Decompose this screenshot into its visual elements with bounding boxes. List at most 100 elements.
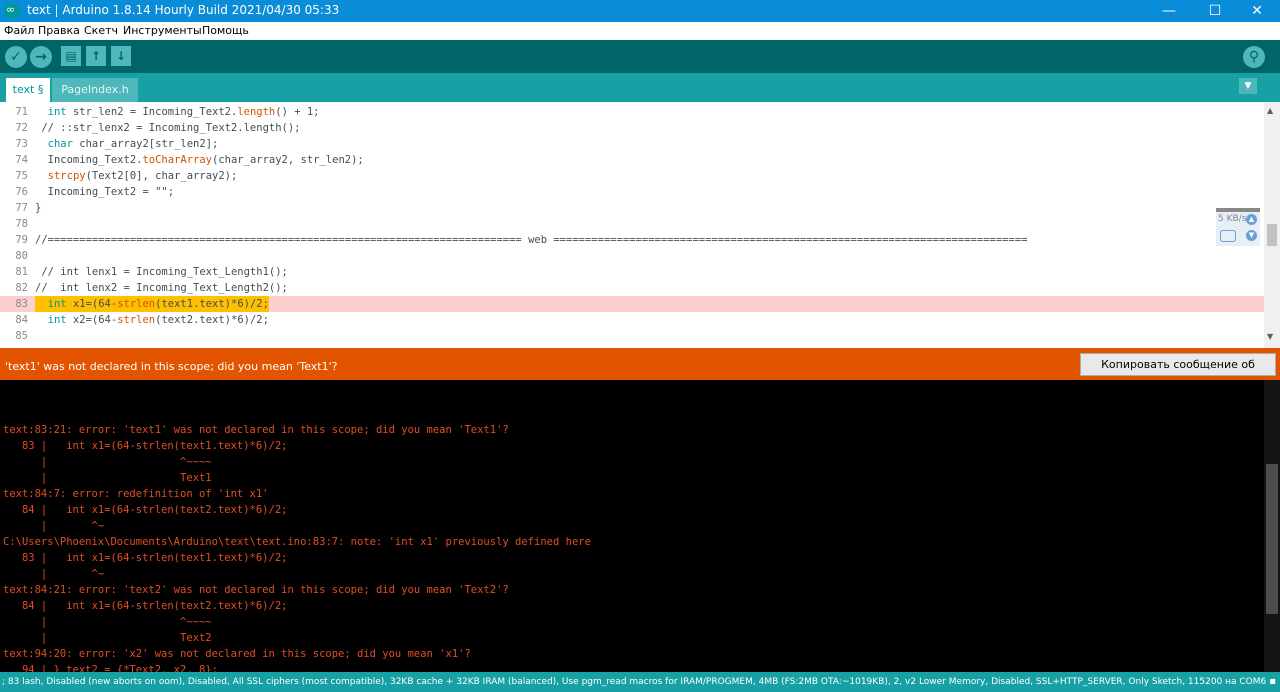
line-code[interactable]: int str_len2 = Incoming_Text2.length() +…: [35, 104, 320, 120]
code-line[interactable]: 77}: [0, 200, 1264, 216]
menu-bar: Файл Правка Скетч Инструменты Помощь: [0, 22, 1280, 40]
console-line: text:83:21: error: 'text1' was not decla…: [3, 424, 509, 436]
line-number: 72: [15, 122, 28, 134]
menu-sketch[interactable]: Скетч: [84, 24, 118, 37]
console-scrollbar[interactable]: [1264, 380, 1280, 672]
line-number: 71: [15, 106, 28, 118]
save-sketch-icon[interactable]: ↓: [111, 46, 131, 66]
line-code[interactable]: int x1=(64-strlen(text1.text)*6)/2;: [35, 296, 269, 312]
console-scroll-thumb[interactable]: [1266, 464, 1278, 614]
minimize-button[interactable]: —: [1146, 0, 1192, 22]
line-number: 78: [15, 218, 28, 230]
line-number: 85: [15, 330, 28, 342]
upload-arrow-icon: ▲: [1246, 214, 1257, 225]
code-line[interactable]: 75 strcpy(Text2[0], char_array2);: [0, 168, 1264, 184]
code-line[interactable]: 76 Incoming_Text2 = "";: [0, 184, 1264, 200]
copy-error-button[interactable]: Копировать сообщение об ошибке: [1080, 353, 1276, 392]
line-number: 74: [15, 154, 28, 166]
console-line: | ^~~~~: [3, 616, 212, 628]
network-speed-label: 5 KB/s: [1218, 214, 1247, 224]
code-line[interactable]: 82 // int lenx2 = Incoming_Text_Length2()…: [0, 280, 1264, 296]
line-number: 84: [15, 314, 28, 326]
code-line[interactable]: 79 //====================================…: [0, 232, 1264, 248]
output-console[interactable]: text:83:21: error: 'text1' was not decla…: [0, 380, 1264, 672]
new-sketch-icon[interactable]: ▤: [61, 46, 81, 66]
tab-pageindex[interactable]: PageIndex.h: [52, 78, 138, 102]
menu-edit[interactable]: Правка: [38, 24, 80, 37]
code-editor[interactable]: 71 int str_len2 = Incoming_Text2.length(…: [0, 102, 1280, 348]
verify-icon[interactable]: ✓: [5, 46, 27, 68]
line-code[interactable]: // ::str_lenx2 = Incoming_Text2.length()…: [35, 120, 300, 136]
console-line: | Text1: [3, 472, 212, 484]
line-code[interactable]: // int lenx1 = Incoming_Text_Length1();: [35, 264, 288, 280]
arduino-logo-icon: [4, 3, 20, 18]
code-line[interactable]: 83 int x1=(64-strlen(text1.text)*6)/2;: [0, 296, 1264, 312]
line-code[interactable]: Incoming_Text2.toCharArray(char_array2, …: [35, 152, 364, 168]
line-code[interactable]: char char_array2[str_len2];: [35, 136, 219, 152]
line-number: 83: [15, 298, 28, 310]
menu-tools[interactable]: Инструменты: [123, 24, 202, 37]
line-number: 82: [15, 282, 28, 294]
console-line: 83 | int x1=(64-strlen(text1.text)*6)/2;: [3, 440, 288, 452]
line-code[interactable]: strcpy(Text2[0], char_array2);: [35, 168, 238, 184]
code-line[interactable]: 85: [0, 328, 1264, 344]
console-line: | ^~: [3, 568, 105, 580]
scroll-down-icon[interactable]: ▼: [1267, 332, 1273, 341]
console-line: | ^~: [3, 520, 105, 532]
code-line[interactable]: 81 // int lenx1 = Incoming_Text_Length1(…: [0, 264, 1264, 280]
console-line: text:84:7: error: redefinition of 'int x…: [3, 488, 269, 500]
code-line[interactable]: 74 Incoming_Text2.toCharArray(char_array…: [0, 152, 1264, 168]
upload-icon[interactable]: →: [30, 46, 52, 68]
console-line: text:84:21: error: 'text2' was not decla…: [3, 584, 509, 596]
scroll-up-icon[interactable]: ▲: [1267, 106, 1273, 115]
line-code[interactable]: //======================================…: [35, 232, 1027, 248]
console-line: 83 | int x1=(64-strlen(text1.text)*6)/2;: [3, 552, 288, 564]
line-number: 76: [15, 186, 28, 198]
line-number: 75: [15, 170, 28, 182]
tab-menu-icon[interactable]: ▼: [1239, 78, 1257, 94]
link-icon: [1220, 230, 1236, 242]
close-button[interactable]: ✕: [1234, 0, 1280, 22]
menu-file[interactable]: Файл: [4, 24, 34, 37]
code-line[interactable]: 71 int str_len2 = Incoming_Text2.length(…: [0, 104, 1264, 120]
open-sketch-icon[interactable]: ↑: [86, 46, 106, 66]
error-message-bar: 'text1' was not declared in this scope; …: [0, 348, 1280, 392]
line-number: 79: [15, 234, 28, 246]
code-line[interactable]: 72 // ::str_lenx2 = Incoming_Text2.lengt…: [0, 120, 1264, 136]
error-message: 'text1' was not declared in this scope; …: [5, 360, 338, 373]
code-line[interactable]: 73 char char_array2[str_len2];: [0, 136, 1264, 152]
code-line[interactable]: 80: [0, 248, 1264, 264]
title-bar: text | Arduino 1.8.14 Hourly Build 2021/…: [0, 0, 1280, 22]
console-line: | ^~~~~: [3, 456, 212, 468]
console-line: C:\Users\Phoenix\Documents\Arduino\text\…: [3, 536, 591, 548]
line-code[interactable]: int x2=(64-strlen(text2.text)*6)/2;: [35, 312, 269, 328]
line-code[interactable]: // int lenx2 = Incoming_Text_Length2();: [35, 280, 288, 296]
console-line: text:94:20: error: 'x2' was not declared…: [3, 648, 471, 660]
line-number: 73: [15, 138, 28, 150]
line-code[interactable]: Incoming_Text2 = "";: [35, 184, 174, 200]
status-bar: ; 83 lash, Disabled (new aborts on oom),…: [0, 672, 1280, 692]
console-line: 94 | } text2 = {*Text2, x2, 8};: [3, 664, 218, 672]
line-number: 77: [15, 202, 28, 214]
maximize-button[interactable]: ☐: [1192, 0, 1238, 22]
window-title: text | Arduino 1.8.14 Hourly Build 2021/…: [27, 3, 340, 17]
board-config-status: ; 83 lash, Disabled (new aborts on oom),…: [2, 677, 1267, 687]
console-line: 84 | int x1=(64-strlen(text2.text)*6)/2;: [3, 504, 288, 516]
code-line[interactable]: 84 int x2=(64-strlen(text2.text)*6)/2;: [0, 312, 1264, 328]
console-line: | Text2: [3, 632, 212, 644]
tab-text[interactable]: text §: [6, 78, 50, 102]
download-arrow-icon: ▼: [1246, 230, 1257, 241]
line-number: 81: [15, 266, 28, 278]
line-code[interactable]: }: [35, 200, 41, 216]
menu-help[interactable]: Помощь: [202, 24, 249, 37]
network-speed-widget[interactable]: 5 KB/s ▲ ▼: [1216, 208, 1260, 246]
code-line[interactable]: 78: [0, 216, 1264, 232]
toolbar: ✓ → ▤ ↑ ↓ ⚲: [0, 40, 1280, 73]
console-line: 84 | int x1=(64-strlen(text2.text)*6)/2;: [3, 600, 288, 612]
serial-monitor-icon[interactable]: ⚲: [1243, 46, 1265, 68]
editor-scrollbar[interactable]: ▲ ▼: [1264, 102, 1280, 348]
tab-bar: text § PageIndex.h ▼: [0, 73, 1280, 102]
line-number: 80: [15, 250, 28, 262]
resize-grip-icon: ▪: [1269, 676, 1276, 687]
editor-scroll-thumb[interactable]: [1267, 224, 1277, 246]
